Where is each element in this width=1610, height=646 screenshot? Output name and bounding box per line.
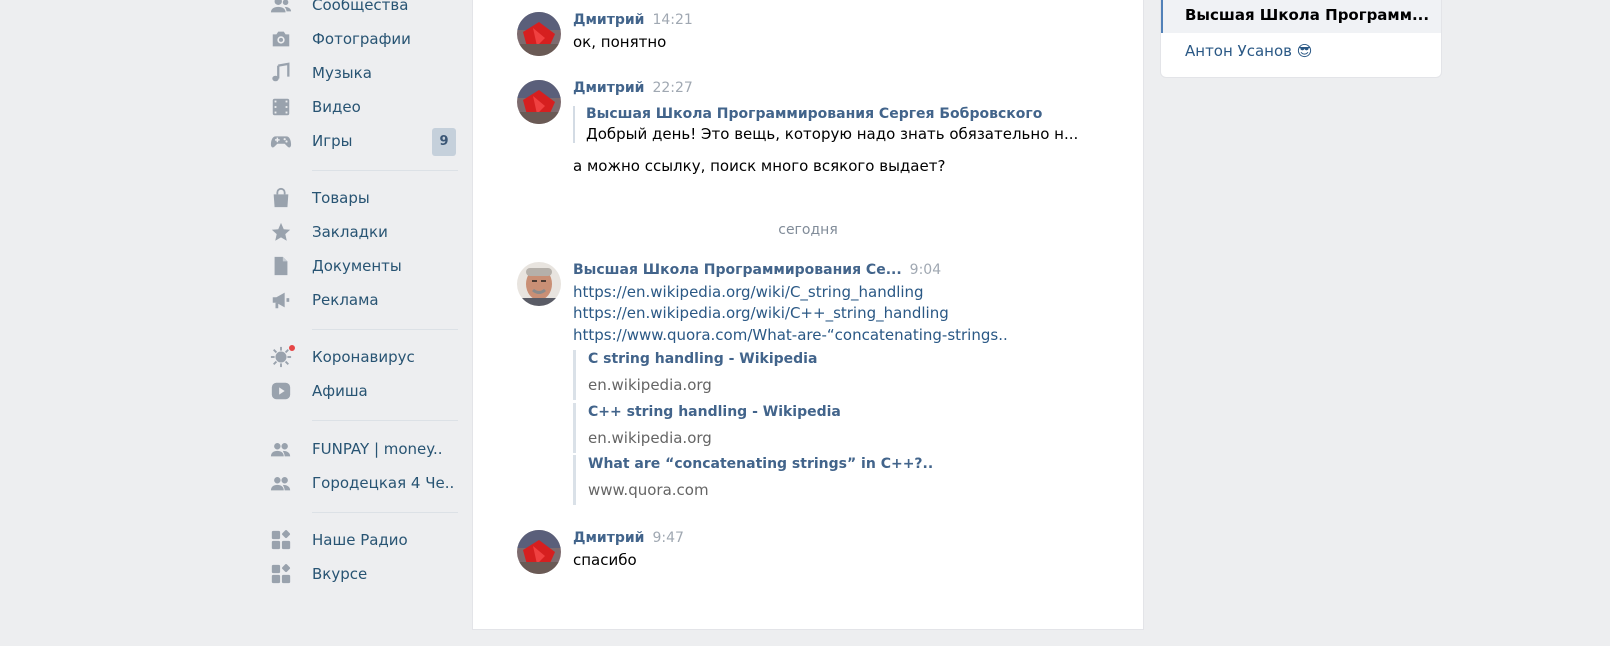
sidebar-item-documents[interactable]: Документы xyxy=(270,252,466,280)
notification-dot xyxy=(288,344,296,352)
message-time: 9:47 xyxy=(652,530,684,546)
sidebar-divider xyxy=(312,329,458,330)
sidebar-item-label: Реклама xyxy=(312,291,379,309)
sidebar-item-coronavirus[interactable]: Коронавирус xyxy=(270,343,466,371)
sidebar-item-bookmarks[interactable]: Закладки xyxy=(270,218,466,246)
sidebar-item-label: Сообщества xyxy=(312,0,409,14)
sidebar-item-label: Коронавирус xyxy=(312,348,415,366)
snippet-title[interactable]: C++ string handling - Wikipedia xyxy=(588,404,841,420)
forwarded-author[interactable]: Высшая Школа Программирования Сергея Боб… xyxy=(586,106,1078,122)
sidebar-item-games[interactable]: Игры 9 xyxy=(270,127,466,156)
sidebar-item-music[interactable]: Музыка xyxy=(270,59,466,87)
message-text: а можно ссылку, поиск много всякого выда… xyxy=(573,157,946,175)
avatar[interactable] xyxy=(517,262,561,306)
app-icon xyxy=(270,528,294,552)
sidebar-item-label: Игры xyxy=(312,132,353,150)
message-link[interactable]: https://en.wikipedia.org/wiki/C++_string… xyxy=(573,304,949,322)
sidebar-item-gorodetskaya[interactable]: Городецкая 4 Че.. xyxy=(270,469,466,497)
sidebar-divider xyxy=(312,420,458,421)
chat-history: Дмитрий 14:21 ок, понятно Дмитрий 22:27 Вы… xyxy=(472,0,1144,630)
snippet-domain: en.wikipedia.org xyxy=(588,429,712,447)
sidebar-item-label: Закладки xyxy=(312,223,388,241)
message-time: 9:04 xyxy=(909,262,942,278)
sidebar-item-label: FUNPAY | money.. xyxy=(312,440,443,458)
sidebar-item-afisha[interactable]: Афиша xyxy=(270,377,466,405)
message-text: спасибо xyxy=(573,551,637,569)
message-time: 14:21 xyxy=(652,12,693,28)
people-icon xyxy=(270,0,294,17)
sidebar-item-ads[interactable]: Реклама xyxy=(270,286,466,314)
sidebar-item-label: Документы xyxy=(312,257,402,275)
sidebar-item-label: Наше Радио xyxy=(312,531,408,549)
dialog-item[interactable]: Антон Усанов 😎 xyxy=(1161,33,1441,69)
games-count-badge: 9 xyxy=(432,128,456,156)
sidebar-item-vkurse[interactable]: Вкурсе xyxy=(270,560,466,588)
sidebar-divider xyxy=(312,170,458,171)
sidebar-item-label: Фотографии xyxy=(312,30,411,48)
sidebar-item-label: Музыка xyxy=(312,64,372,82)
avatar[interactable] xyxy=(517,530,561,574)
message-author[interactable]: Дмитрий 9:47 xyxy=(573,530,684,546)
sidebar-item-label: Афиша xyxy=(312,382,368,400)
sidebar-item-funpay[interactable]: FUNPAY | money.. xyxy=(270,435,466,463)
sidebar-item-label: Вкурсе xyxy=(312,565,368,583)
music-icon xyxy=(270,61,294,85)
megaphone-icon xyxy=(270,288,294,312)
message-link[interactable]: https://www.quora.com/What-are-“concaten… xyxy=(573,326,1008,344)
sidebar-item-nashe-radio[interactable]: Наше Радио xyxy=(270,526,466,554)
forwarded-message[interactable]: Высшая Школа Программирования Сергея Боб… xyxy=(573,106,1078,143)
play-icon xyxy=(270,379,294,403)
message-text: ок, понятно xyxy=(573,33,667,51)
sidebar-item-communities[interactable]: Сообщества xyxy=(270,0,466,19)
group-icon xyxy=(270,437,294,461)
sidebar-item-label: Товары xyxy=(312,189,370,207)
avatar[interactable] xyxy=(517,12,561,56)
message-link[interactable]: https://en.wikipedia.org/wiki/C_string_h… xyxy=(573,283,924,301)
sidebar-item-video[interactable]: Видео xyxy=(270,93,466,121)
shopping-bag-icon xyxy=(270,186,294,210)
avatar[interactable] xyxy=(517,80,561,124)
sidebar-item-goods[interactable]: Товары xyxy=(270,184,466,212)
message-author[interactable]: Дмитрий 14:21 xyxy=(573,12,693,28)
forwarded-text: Добрый день! Это вещь, которую надо знат… xyxy=(586,125,1079,143)
sidebar-item-label: Видео xyxy=(312,98,361,116)
date-separator: сегодня xyxy=(778,222,838,238)
snippet-domain: www.quora.com xyxy=(588,481,709,499)
dialogs-panel: Высшая Школа Программ... Антон Усанов 😎 xyxy=(1160,0,1442,78)
film-icon xyxy=(270,95,294,119)
virus-icon xyxy=(270,344,296,369)
gamepad-icon xyxy=(270,129,294,153)
link-snippet[interactable]: C string handling - Wikipedia en.wikiped… xyxy=(573,350,817,400)
camera-icon xyxy=(270,27,294,51)
group-icon xyxy=(270,471,294,495)
sidebar-item-photos[interactable]: Фотографии xyxy=(270,25,466,53)
message-author[interactable]: Высшая Школа Программирования Се... 9:04 xyxy=(573,262,941,278)
document-icon xyxy=(270,254,294,278)
sidebar-item-label: Городецкая 4 Че.. xyxy=(312,474,455,492)
snippet-domain: en.wikipedia.org xyxy=(588,376,712,394)
star-icon xyxy=(270,220,294,244)
message-author[interactable]: Дмитрий 22:27 xyxy=(573,80,693,96)
snippet-title[interactable]: What are “concatenating strings” in C++?… xyxy=(588,456,933,472)
message-time: 22:27 xyxy=(652,80,693,96)
app-icon xyxy=(270,562,294,586)
dialog-item-active[interactable]: Высшая Школа Программ... xyxy=(1161,0,1441,33)
snippet-title[interactable]: C string handling - Wikipedia xyxy=(588,351,817,367)
link-snippet[interactable]: C++ string handling - Wikipedia en.wikip… xyxy=(573,403,841,453)
link-snippet[interactable]: What are “concatenating strings” in C++?… xyxy=(573,455,933,505)
sidebar-divider xyxy=(312,512,458,513)
